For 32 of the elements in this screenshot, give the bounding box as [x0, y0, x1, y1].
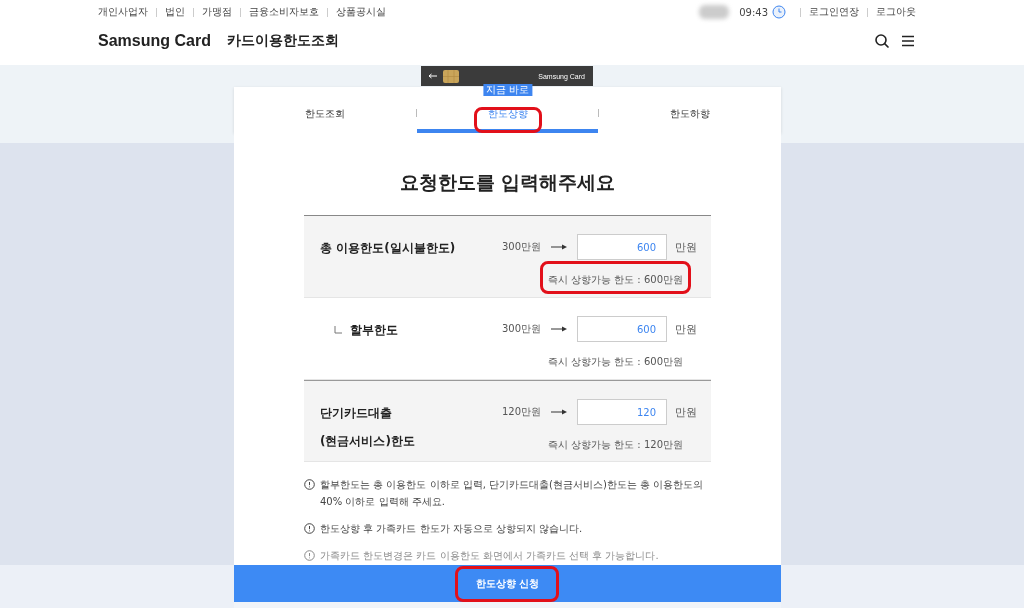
unit-label: 만원	[675, 321, 697, 337]
current-limit: 120만원	[501, 405, 541, 419]
session-link[interactable]: 로그인연장	[809, 5, 859, 19]
limit-input[interactable]: 120	[577, 399, 667, 425]
notice-text: 할부한도는 총 이용한도 이하로 입력, 단기카드대출(현금서비스)한도는 총 이용한도의 40% 이하로 입력해 주세요.	[320, 478, 705, 509]
current-limit: 300만원	[501, 240, 541, 254]
instant-limit-hint: 즉시 상향가능 한도 : 600만원	[547, 356, 683, 367]
tab-badge: 지금 바로	[482, 84, 533, 96]
page-title: 카드이용한도조회	[226, 32, 339, 50]
tab[interactable]: 한도하향	[599, 87, 781, 133]
section-heading: 요청한도를 입력해주세요	[398, 170, 617, 195]
unit-label: 만원	[675, 404, 697, 420]
brand-logo[interactable]: Samsung Card	[98, 32, 211, 50]
limit-label: 총 이용한도(일시불한도)	[320, 241, 456, 255]
top-nav-link[interactable]: 가맹점	[202, 5, 232, 19]
session-link[interactable]: 로그아웃	[876, 5, 916, 19]
limit-input[interactable]: 600	[577, 234, 667, 260]
limit-label: 할부한도	[350, 323, 398, 337]
top-nav-link[interactable]: 개인사업자	[98, 5, 148, 19]
top-nav-link[interactable]: 금융소비자보호	[249, 5, 319, 19]
top-nav-link[interactable]: 상품공시실	[336, 5, 386, 19]
instant-limit-hint: 즉시 상향가능 한도 : 120만원	[547, 439, 683, 450]
notice-text: 가족카드 한도변경은 카드 이용한도 화면에서 가족카드 선택 후 가능합니다.	[320, 549, 659, 563]
notice-text: 한도상향 후 가족카드 한도가 자동으로 상향되지 않습니다.	[320, 522, 583, 536]
limit-input[interactable]: 600	[577, 316, 667, 342]
tab[interactable]: 한도조회	[234, 87, 416, 133]
current-limit: 300만원	[501, 322, 541, 336]
session-time: 09:43	[739, 6, 768, 18]
limit-label: 단기카드대출 (현금서비스)한도	[320, 406, 415, 448]
instant-limit-hint: 즉시 상향가능 한도 : 600만원	[547, 274, 683, 285]
top-nav-link[interactable]: 법인	[165, 5, 185, 19]
unit-label: 만원	[675, 239, 697, 255]
